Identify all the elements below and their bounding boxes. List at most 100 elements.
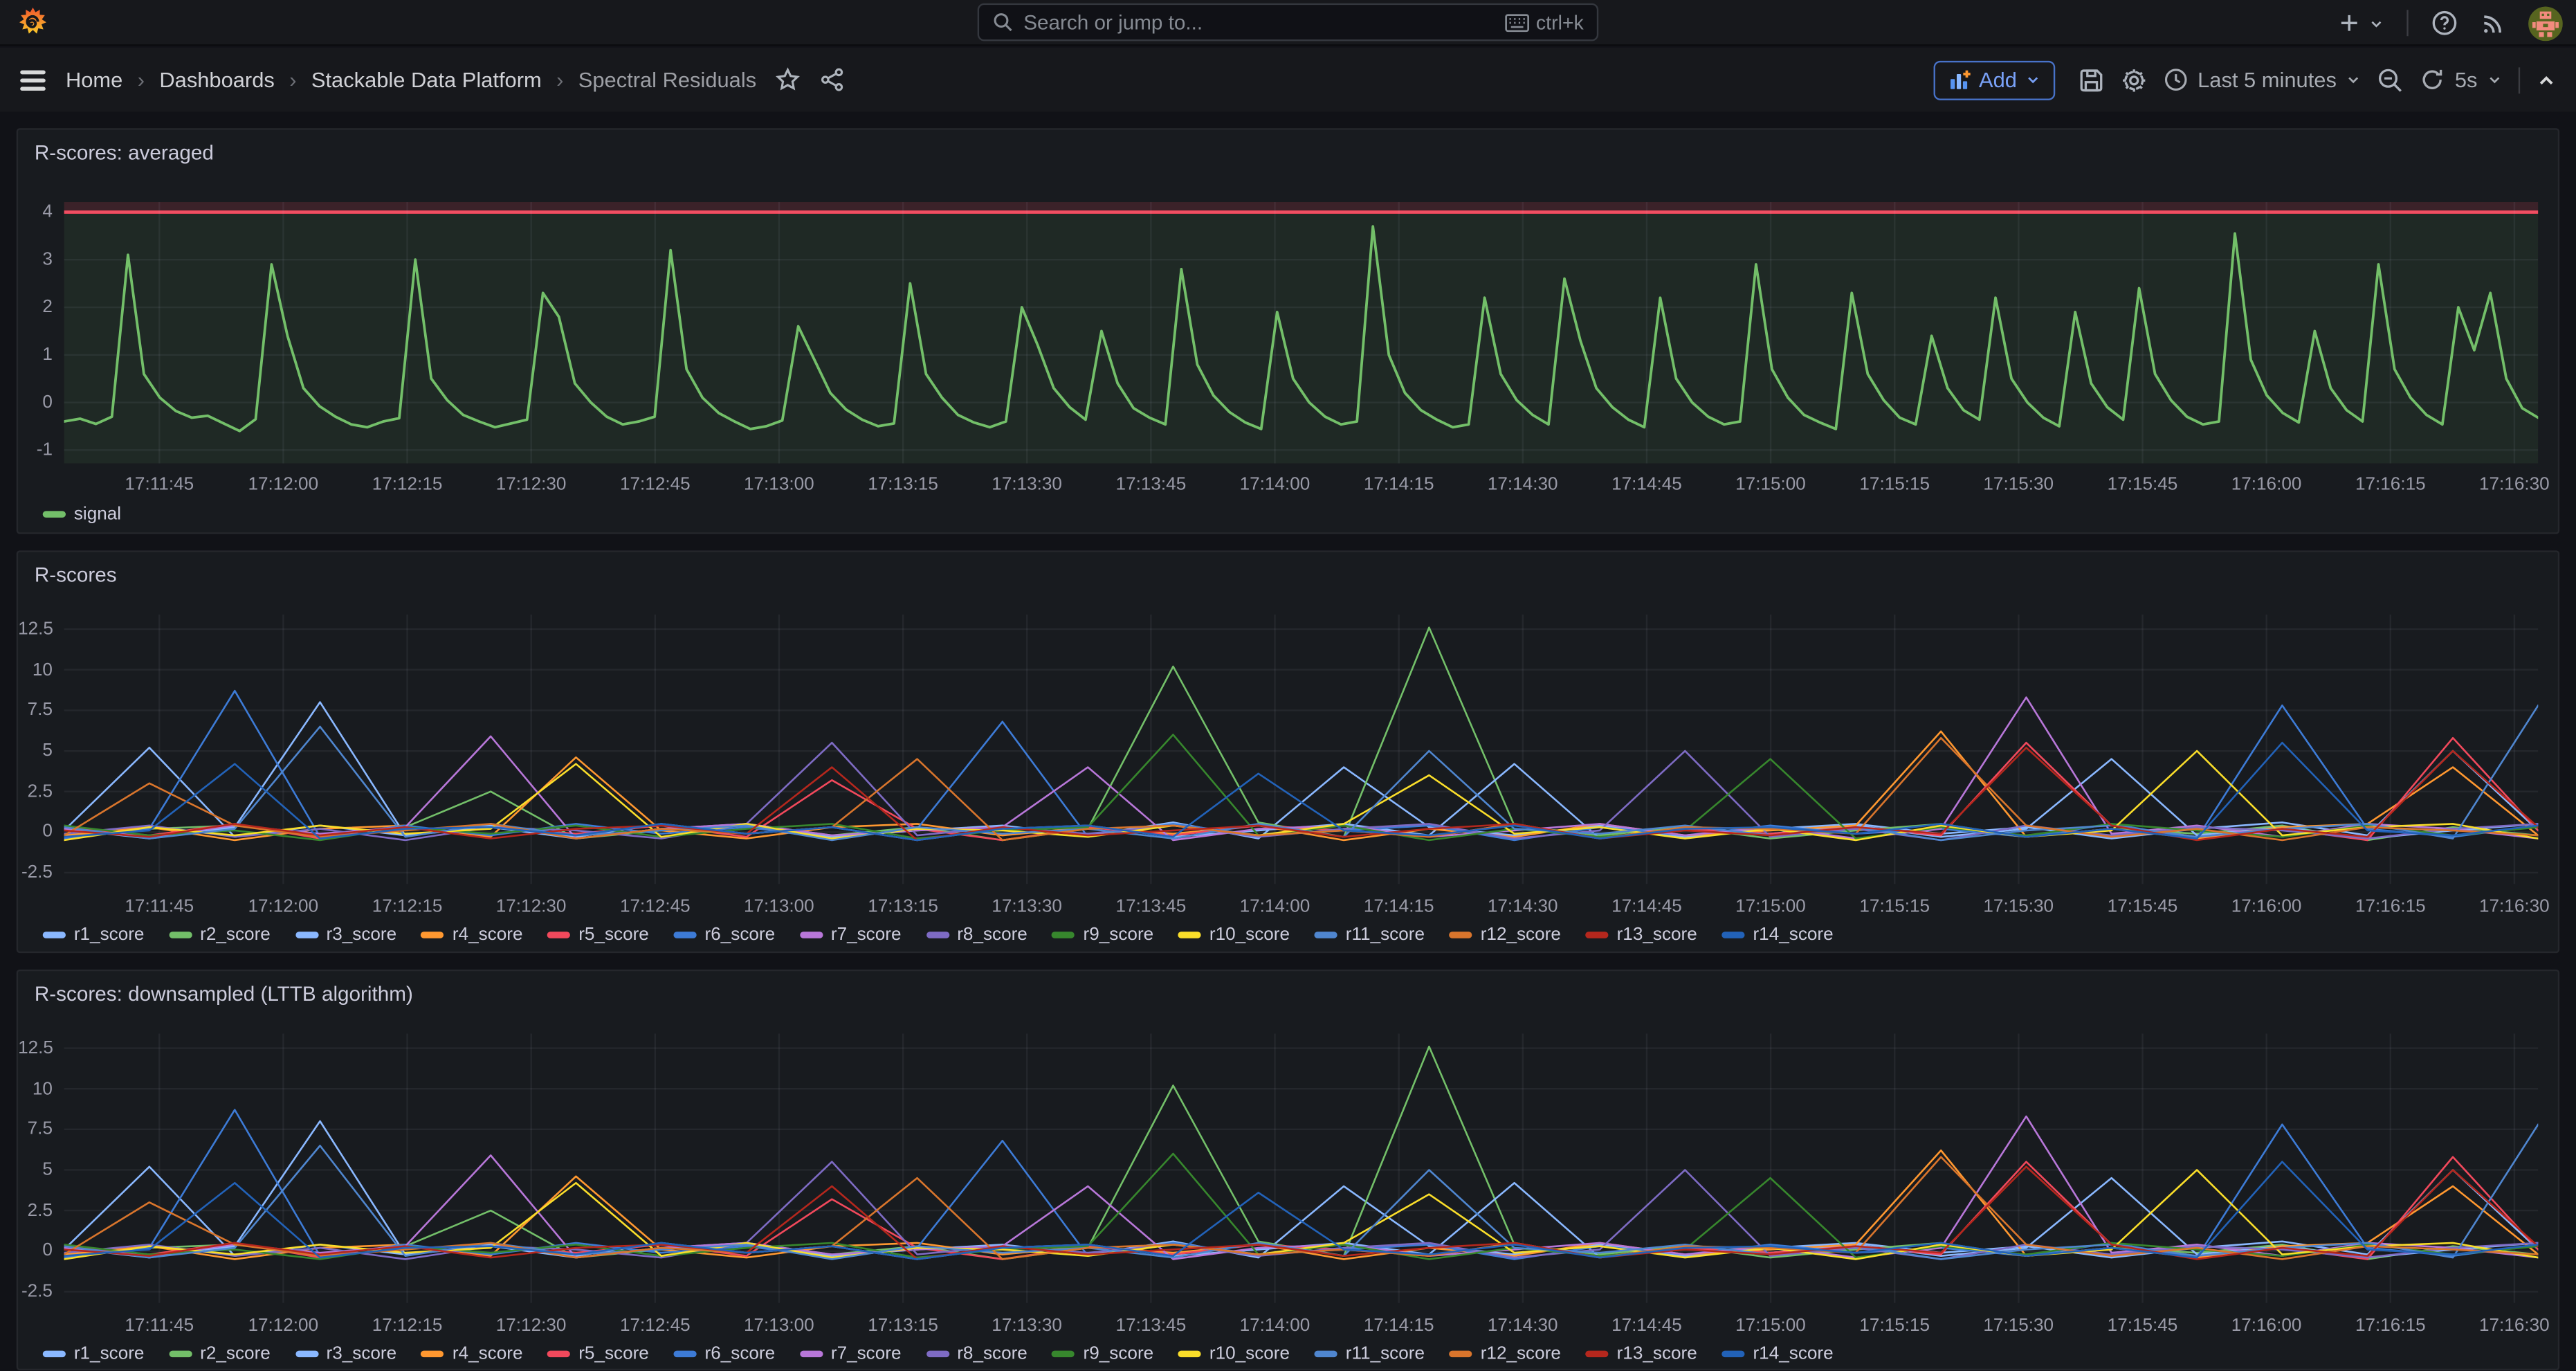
x-axis-tick: 17:16:15 [2338,1316,2443,1336]
legend: r1_score r2_score r3_score r4_score r5_score… [43,925,1834,945]
panel-r-scores-downsampled: R-scores: downsampled (LTTB algorithm) 1… [17,970,2559,1370]
legend-item-r5_score[interactable]: r5_score [547,1344,649,1363]
legend-item-r13_score[interactable]: r13_score [1585,925,1697,945]
panel-r-scores-averaged: R-scores: averaged 43210-117:11:4517:12:… [17,128,2559,534]
legend-item-r12_score[interactable]: r12_score [1450,1344,1561,1363]
legend-item-r11_score[interactable]: r11_score [1315,1344,1425,1363]
series-label: r8_score [957,1344,1027,1363]
breadcrumb-home[interactable]: Home [66,67,122,92]
series-label: r7_score [831,1344,902,1363]
series-label: r9_score [1084,1344,1154,1363]
series-label: r10_score [1209,1344,1290,1363]
legend-item-r1_score[interactable]: r1_score [43,925,145,945]
series-color-swatch [1315,1351,1337,1357]
dashboard-settings-button[interactable] [2121,66,2147,93]
toolbar-divider [2519,66,2520,93]
x-axis-tick: 17:13:30 [974,475,1079,494]
legend-item-r9_score[interactable]: r9_score [1052,925,1153,945]
x-axis-tick: 17:13:00 [727,1316,832,1336]
question-circle-icon [2431,10,2458,36]
y-axis-tick: 7.5 [18,700,53,720]
keyboard-icon [1505,12,1530,32]
refresh-picker[interactable]: 5s [2420,67,2502,92]
time-series-plot[interactable] [64,1033,2539,1302]
collapse-toolbar-button[interactable] [2537,70,2556,89]
legend-item-r12_score[interactable]: r12_score [1450,925,1561,945]
top-nav-actions [2338,0,2563,46]
legend-item-r5_score[interactable]: r5_score [547,925,649,945]
legend-item-r7_score[interactable]: r7_score [800,1344,902,1363]
save-icon [2078,66,2104,93]
help-button[interactable] [2431,10,2458,36]
series-color-swatch [295,1351,318,1357]
new-button[interactable] [2338,12,2384,35]
y-axis-tick: 2.5 [18,1201,53,1220]
refresh-icon [2420,67,2445,92]
legend-item-r8_score[interactable]: r8_score [926,925,1027,945]
news-button[interactable] [2481,10,2505,35]
save-dashboard-button[interactable] [2078,66,2104,93]
mega-menu-button[interactable] [19,69,46,91]
legend-item-r14_score[interactable]: r14_score [1721,1344,1833,1363]
series-label: r1_score [74,925,145,945]
rss-icon [2481,10,2505,35]
series-label: r11_score [1346,925,1425,945]
legend-item-r14_score[interactable]: r14_score [1721,925,1833,945]
series-label: r13_score [1617,925,1697,945]
legend-item-r11_score[interactable]: r11_score [1315,925,1425,945]
breadcrumb-separator: › [556,67,563,92]
legend-item-r6_score[interactable]: r6_score [673,925,775,945]
series-color-swatch [43,1351,66,1357]
series-label: r3_score [327,1344,397,1363]
panel-title[interactable]: R-scores: downsampled (LTTB algorithm) [35,983,413,1006]
legend-item-r10_score[interactable]: r10_score [1178,1344,1290,1363]
time-series-plot[interactable] [64,615,2539,884]
grafana-logo[interactable] [17,6,49,39]
y-axis-tick: 12.5 [18,619,53,639]
legend-item-r13_score[interactable]: r13_score [1585,1344,1697,1363]
x-axis-tick: 17:16:00 [2214,1316,2319,1336]
legend-item-r2_score[interactable]: r2_score [169,925,271,945]
series-color-swatch [1052,1351,1075,1357]
legend-item-r3_score[interactable]: r3_score [295,925,396,945]
legend-item-r2_score[interactable]: r2_score [169,1344,271,1363]
star-icon[interactable] [776,67,801,92]
breadcrumb-dashboards[interactable]: Dashboards [159,67,274,92]
series-label: r5_score [578,925,649,945]
legend-item-r3_score[interactable]: r3_score [295,1344,396,1363]
legend-item-r4_score[interactable]: r4_score [421,925,523,945]
add-panel-button[interactable]: Add [1933,60,2055,100]
series-color-swatch [43,932,66,938]
x-axis-tick: 17:12:00 [230,897,336,916]
search-input[interactable]: Search or jump to... ctrl+k [978,3,1598,42]
x-axis-tick: 17:15:45 [2090,897,2195,916]
series-color-swatch [1585,932,1608,938]
series-label: r12_score [1481,1344,1561,1363]
breadcrumb-folder[interactable]: Stackable Data Platform [311,67,542,92]
x-axis-tick: 17:15:15 [1842,1316,1947,1336]
y-axis-tick: 5 [18,1160,53,1179]
time-range-picker[interactable]: Last 5 minutes [2163,67,2361,92]
legend-item-r7_score[interactable]: r7_score [800,925,902,945]
breadcrumb-separator: › [289,67,296,92]
x-axis-tick: 17:12:30 [479,1316,584,1336]
series-label: r6_score [705,925,776,945]
panel-title[interactable]: R-scores [35,563,117,586]
series-label: r2_score [200,925,271,945]
legend-item-r9_score[interactable]: r9_score [1052,1344,1153,1363]
legend-item-r10_score[interactable]: r10_score [1178,925,1290,945]
time-series-plot[interactable] [64,202,2539,464]
legend-item-signal[interactable]: signal [43,505,121,524]
x-axis-tick: 17:12:45 [603,475,708,494]
share-icon[interactable] [821,67,846,92]
zoom-out-time-button[interactable] [2377,66,2404,93]
x-axis-tick: 17:13:30 [974,1316,1079,1336]
legend-item-r6_score[interactable]: r6_score [673,1344,775,1363]
panel-title[interactable]: R-scores: averaged [35,141,214,164]
x-axis-tick: 17:13:00 [727,897,832,916]
legend-item-r8_score[interactable]: r8_score [926,1344,1027,1363]
legend-item-r1_score[interactable]: r1_score [43,1344,145,1363]
legend-item-r4_score[interactable]: r4_score [421,1344,523,1363]
user-avatar[interactable] [2528,6,2563,40]
search-placeholder: Search or jump to... [1023,10,1495,33]
